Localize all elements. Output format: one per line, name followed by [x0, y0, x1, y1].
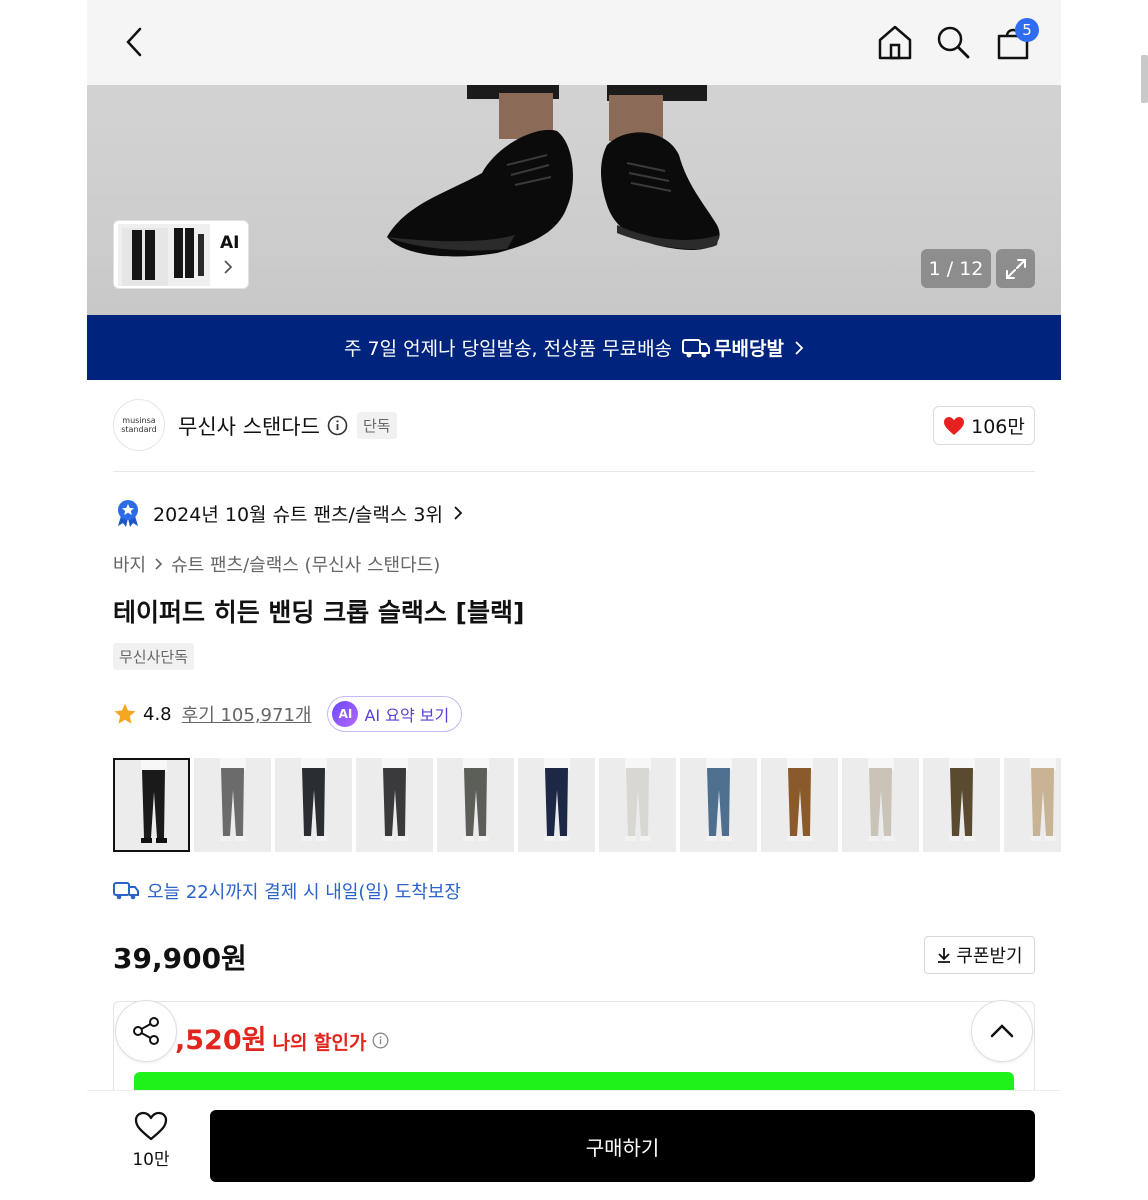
expand-icon — [1005, 258, 1026, 279]
swatch-image — [599, 758, 676, 852]
breadcrumb-item[interactable]: 바지 — [113, 551, 146, 577]
ai-summary-label: AI 요약 보기 — [364, 706, 450, 725]
home-icon — [878, 25, 912, 60]
banner-logo: 무배당발 — [682, 334, 784, 361]
cart-button[interactable]: 5 — [993, 18, 1039, 62]
chevron-up-icon — [990, 1024, 1014, 1038]
search-button[interactable] — [933, 22, 973, 62]
chevron-left-icon — [126, 27, 142, 57]
delivery-text: 오늘 22시까지 결제 시 내일(일) 도착보장 — [147, 882, 461, 903]
delivery-guarantee: 오늘 22시까지 결제 시 내일(일) 도착보장 — [113, 878, 461, 904]
swatch-image — [923, 758, 1000, 852]
bottom-action-bar: 10만 구매하기 — [87, 1090, 1061, 1200]
discount-price: ,520원 — [175, 1025, 267, 1056]
banner-logo-text: 무배당발 — [714, 338, 784, 360]
buy-button[interactable]: 구매하기 — [210, 1110, 1035, 1182]
search-icon — [937, 26, 970, 59]
ranking-text: 2024년 10월 슈트 팬츠/슬랙스 3위 — [153, 503, 443, 526]
product-price: 39,900원 — [113, 942, 247, 975]
color-swatch[interactable] — [275, 758, 352, 852]
brand-row: musinsa standard 무신사 스탠다드 단독 106만 — [113, 399, 1035, 453]
share-icon — [133, 1017, 159, 1045]
back-button[interactable] — [117, 24, 153, 60]
free-shipping-banner[interactable]: 주 7일 언제나 당일발송, 전상품 무료배송 무배당발 — [87, 315, 1061, 380]
brand-name[interactable]: 무신사 스탠다드 — [178, 411, 320, 441]
ai-summary-button[interactable]: AI AI 요약 보기 — [327, 696, 463, 732]
breadcrumb-item[interactable]: 슈트 팬츠/슬랙스 (무신사 스탠다드) — [171, 551, 440, 577]
color-swatch[interactable] — [842, 758, 919, 852]
discount-row: ,520원 나의 할인가 — [175, 1018, 389, 1057]
chevron-right-icon — [454, 506, 463, 520]
share-button[interactable] — [115, 1000, 177, 1062]
info-icon[interactable] — [372, 1032, 389, 1049]
ai-fitting-thumbnail[interactable]: AI — [113, 220, 249, 289]
color-swatch-list — [113, 758, 1061, 852]
exclusive-tag: 무신사단독 — [113, 643, 195, 670]
color-swatch[interactable] — [923, 758, 1000, 852]
cart-count-badge: 5 — [1015, 18, 1039, 42]
ai-fitting-label: AI — [220, 233, 240, 253]
heart-outline-icon — [134, 1111, 168, 1141]
star-icon — [114, 703, 136, 724]
product-title: 테이퍼드 히든 밴딩 크롭 슬랙스 [블랙] — [113, 598, 525, 627]
chevron-right-icon — [795, 340, 804, 355]
review-count-link[interactable]: 후기 105,971개 — [182, 701, 312, 727]
brand-logo-line1: musinsa — [122, 416, 156, 425]
delivery-truck-icon — [682, 338, 711, 357]
fitting-preview-image — [118, 223, 210, 286]
swatch-image — [842, 758, 919, 852]
brand-logo[interactable]: musinsa standard — [113, 399, 165, 451]
coupon-label: 쿠폰받기 — [956, 946, 1023, 967]
download-icon — [938, 948, 951, 963]
color-swatch[interactable] — [194, 758, 271, 852]
color-swatch[interactable] — [599, 758, 676, 852]
color-swatch[interactable] — [113, 758, 190, 852]
ranking-medal-icon — [118, 500, 138, 527]
swatch-image — [275, 758, 352, 852]
color-swatch[interactable] — [518, 758, 595, 852]
heart-filled-icon — [944, 416, 965, 435]
breadcrumb: 바지 슈트 팬츠/슬랙스 (무신사 스탠다드) — [113, 551, 440, 577]
hero-image: 5 AI 1 / 12 — [87, 0, 1061, 315]
scrollbar-thumb[interactable] — [1141, 55, 1148, 103]
banner-text: 주 7일 언제나 당일발송, 전상품 무료배송 — [344, 338, 673, 360]
swatch-image — [356, 758, 433, 852]
chevron-right-icon — [155, 558, 163, 570]
rating-value: 4.8 — [143, 703, 172, 725]
swatch-image — [680, 758, 757, 852]
color-swatch[interactable] — [680, 758, 757, 852]
coupon-button[interactable]: 쿠폰받기 — [924, 936, 1035, 974]
image-counter: 1 / 12 — [921, 249, 991, 288]
ranking-link[interactable]: 2024년 10월 슈트 팬츠/슬랙스 3위 — [113, 498, 463, 528]
swatch-image — [1004, 758, 1061, 852]
wishlist-count: 10만 — [132, 1150, 170, 1170]
ai-badge: AI — [332, 701, 359, 727]
brand-logo-line2: standard — [121, 425, 157, 434]
swatch-image — [437, 758, 514, 852]
swatch-image — [761, 758, 838, 852]
brand-like-button[interactable]: 106만 — [933, 406, 1035, 445]
color-swatch[interactable] — [437, 758, 514, 852]
chevron-right-icon — [224, 260, 233, 274]
color-swatch[interactable] — [356, 758, 433, 852]
info-icon[interactable] — [327, 415, 348, 436]
swatch-image — [518, 758, 595, 852]
color-swatch[interactable] — [1004, 758, 1061, 852]
top-header: 5 — [87, 0, 1061, 85]
rating-row: 4.8 후기 105,971개 AI AI 요약 보기 — [113, 696, 463, 732]
swatch-image — [194, 758, 271, 852]
brand-like-count: 106만 — [971, 416, 1025, 438]
swatch-image — [115, 760, 188, 850]
expand-button[interactable] — [996, 249, 1035, 288]
color-swatch[interactable] — [761, 758, 838, 852]
product-page: 5 AI 1 / 12 주 7일 언제나 당일발송, 전상품 무료배송 무배당발… — [87, 0, 1061, 1200]
wishlist-button[interactable]: 10만 — [121, 1111, 181, 1170]
delivery-truck-icon — [113, 882, 139, 900]
brand-exclusive-tag: 단독 — [357, 412, 397, 439]
divider — [113, 471, 1035, 472]
discount-label: 나의 할인가 — [272, 1032, 367, 1054]
scroll-top-button[interactable] — [971, 1000, 1033, 1062]
home-button[interactable] — [875, 22, 915, 62]
